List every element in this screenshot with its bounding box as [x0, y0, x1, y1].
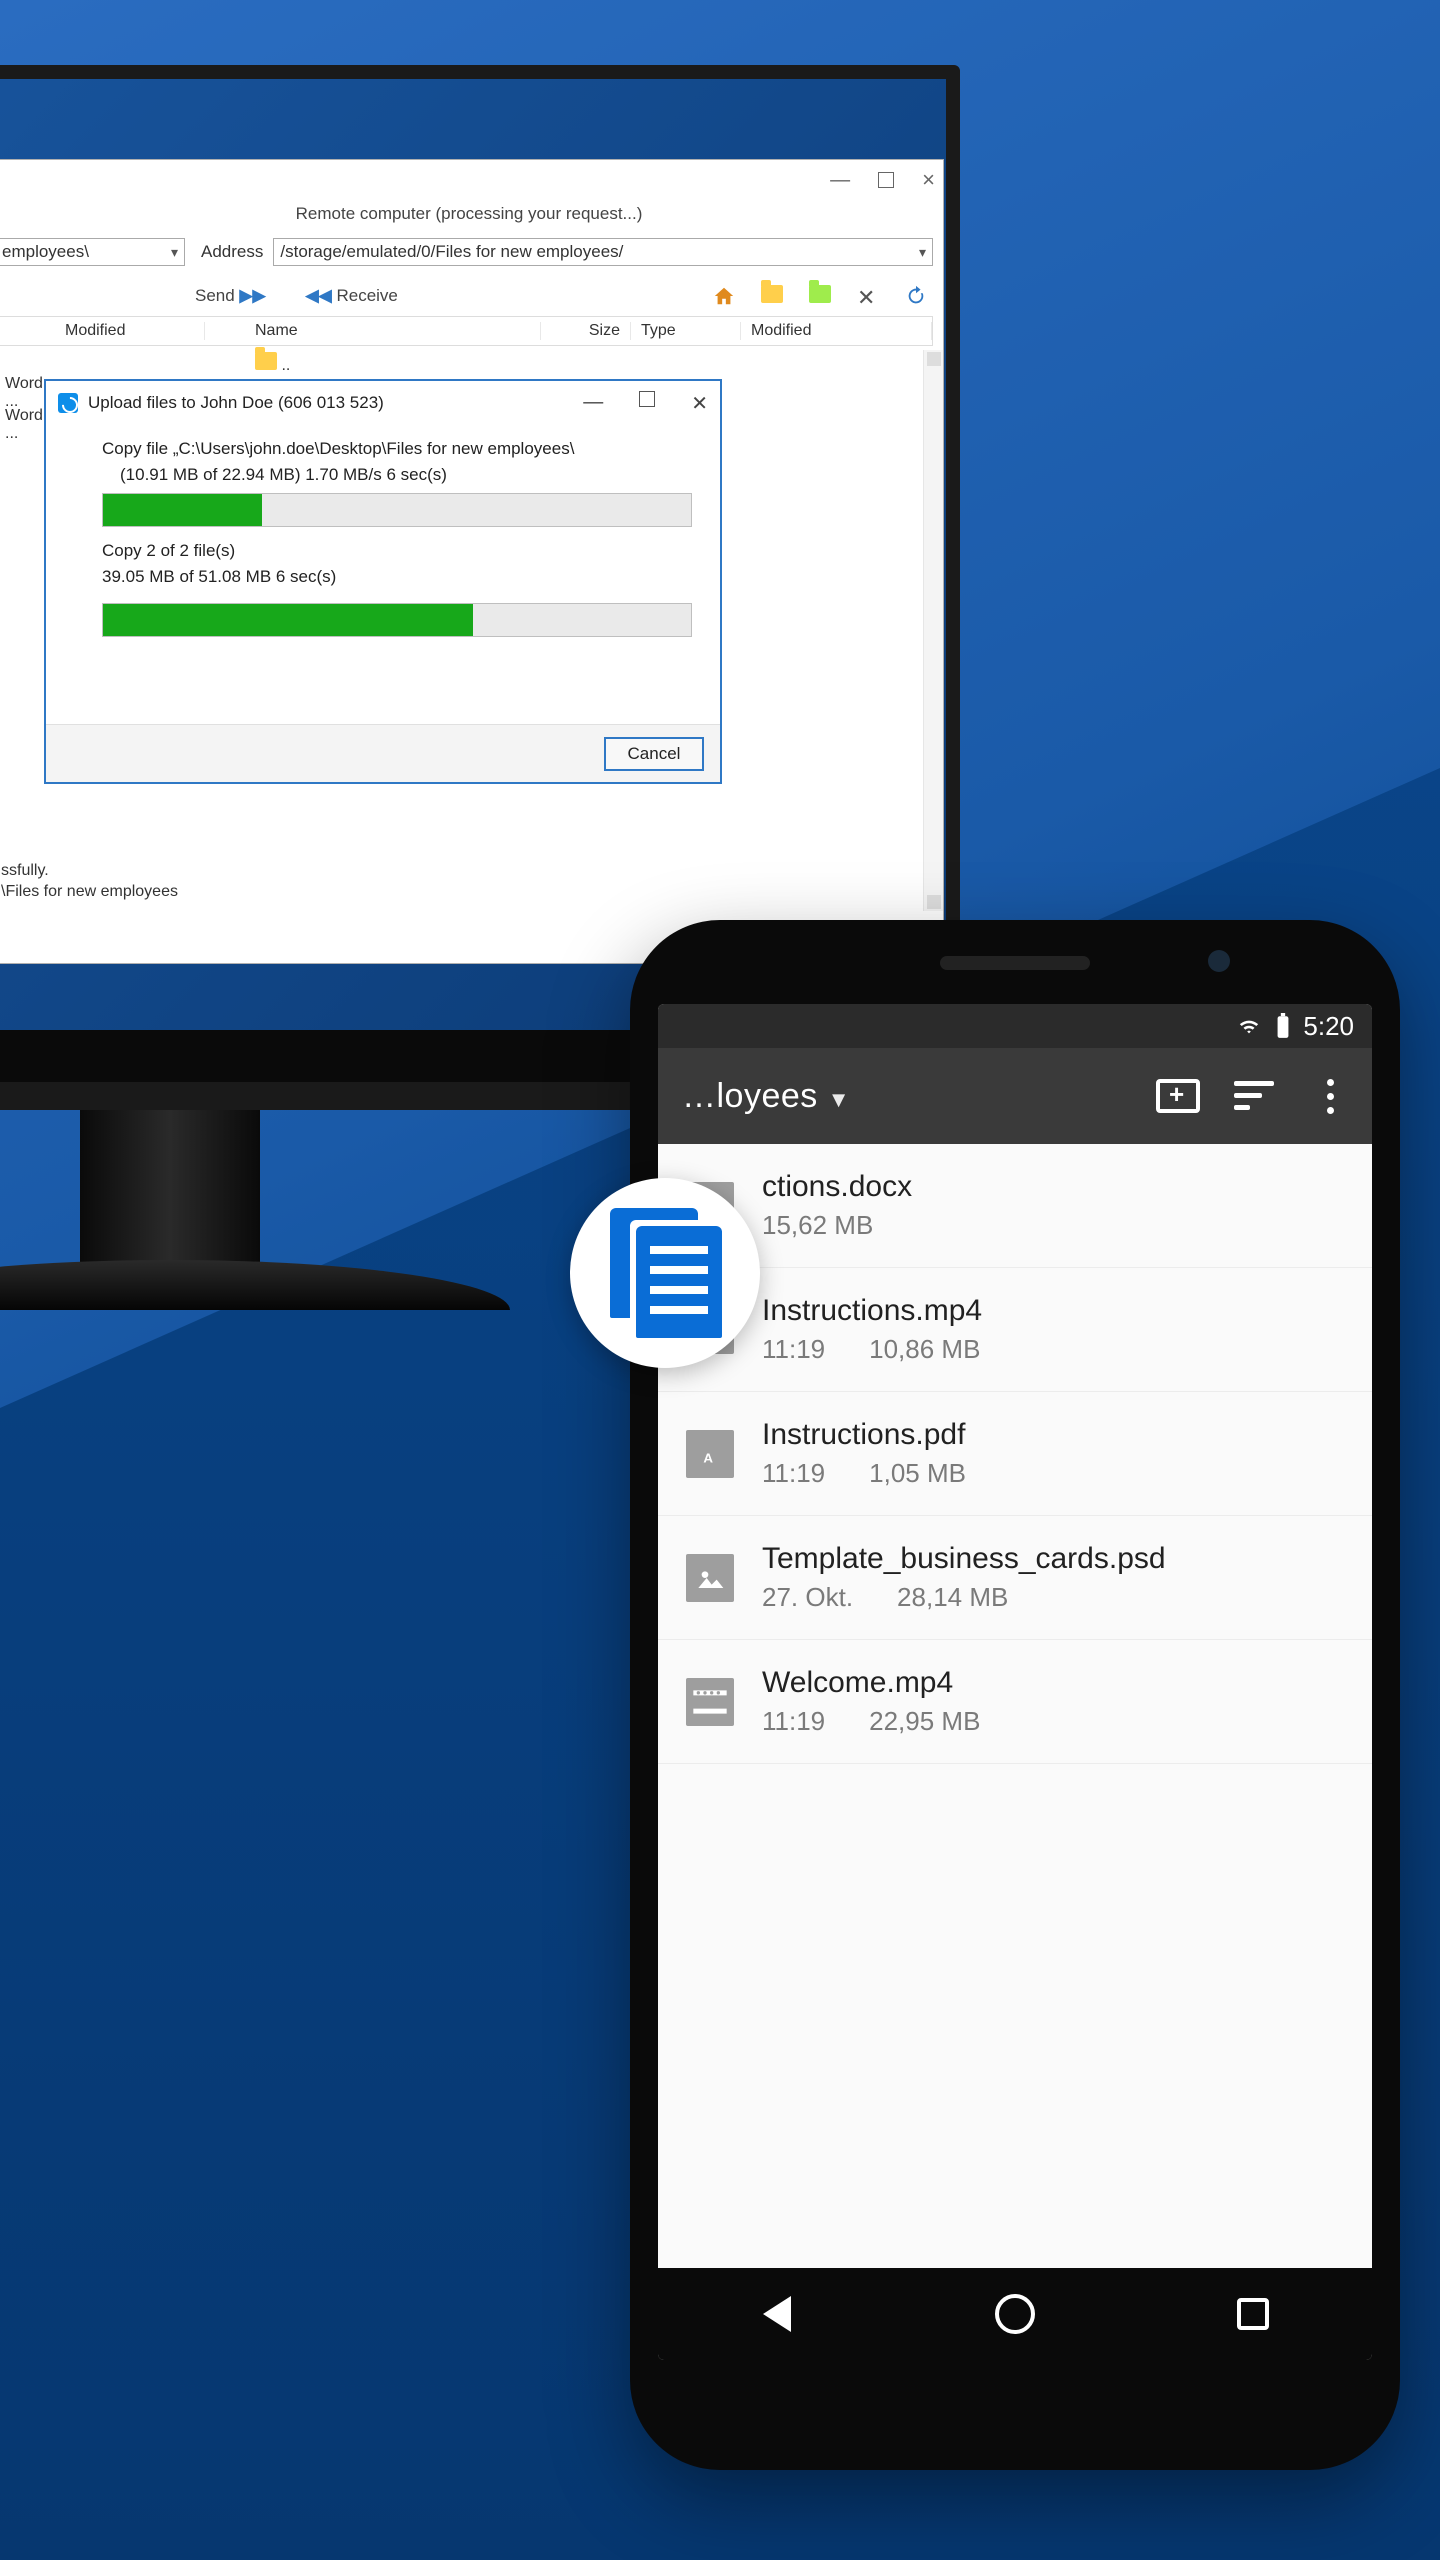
- file-row[interactable]: ctions.docx 15,62 MB: [658, 1144, 1372, 1268]
- remote-columns-header: Modified Name Size Type Modified: [0, 316, 933, 346]
- address-label: Address: [201, 242, 263, 262]
- file-time: 11:19: [762, 1458, 825, 1489]
- remote-parent-row[interactable]: ..: [0, 348, 933, 378]
- remote-status-label: Remote computer (processing your request…: [296, 204, 643, 224]
- app-bar: …loyees ▼: [658, 1048, 1372, 1144]
- batch-progress-bar: [102, 603, 692, 637]
- android-status-bar: 5:20: [658, 1004, 1372, 1048]
- close-icon[interactable]: ×: [922, 167, 935, 193]
- upload-dialog: Upload files to John Doe (606 013 523) —…: [44, 379, 722, 784]
- send-button[interactable]: Send ▶▶: [195, 286, 266, 306]
- scrollbar[interactable]: [923, 350, 943, 911]
- close-icon[interactable]: ✕: [691, 391, 708, 416]
- file-row[interactable]: Instructions.mp4 11:19 10,86 MB: [658, 1268, 1372, 1392]
- dialog-title: Upload files to John Doe (606 013 523): [88, 393, 384, 413]
- file-name: Instructions.mp4: [762, 1294, 982, 1328]
- folder-icon: [255, 352, 277, 370]
- wifi-icon: [1235, 1015, 1263, 1037]
- chevron-down-icon[interactable]: ▾: [171, 244, 178, 261]
- chevron-down-icon[interactable]: ▼: [828, 1087, 850, 1112]
- file-progress-text: (10.91 MB of 22.94 MB) 1.70 MB/s 6 sec(s…: [120, 465, 686, 485]
- copy-file-line: Copy file „C:\Users\john.doe\Desktop\Fil…: [102, 439, 686, 459]
- file-name: Welcome.mp4: [762, 1666, 980, 1700]
- batch-line-2: 39.05 MB of 51.08 MB 6 sec(s): [102, 567, 686, 587]
- batch-line-1: Copy 2 of 2 file(s): [102, 541, 686, 561]
- maximize-icon[interactable]: [878, 172, 894, 188]
- status-time: 5:20: [1303, 1011, 1354, 1042]
- receive-button[interactable]: ◀◀ Receive: [306, 286, 398, 306]
- file-size: 28,14 MB: [897, 1582, 1008, 1613]
- android-nav-bar: [658, 2268, 1372, 2360]
- new-folder-button[interactable]: [1150, 1068, 1206, 1124]
- file-time: 27. Okt.: [762, 1582, 853, 1613]
- file-list[interactable]: ctions.docx 15,62 MB Instructions.mp4 11:19…: [658, 1144, 1372, 2268]
- app-bar-title[interactable]: …loyees ▼: [682, 1077, 850, 1116]
- file-size: 15,62 MB: [762, 1210, 873, 1241]
- file-name: Instructions.pdf: [762, 1418, 966, 1452]
- new-folder-icon[interactable]: [809, 285, 831, 307]
- file-row[interactable]: Welcome.mp4 11:19 22,95 MB: [658, 1640, 1372, 1764]
- video-icon: [686, 1678, 734, 1726]
- file-time: 11:19: [762, 1706, 825, 1737]
- minimize-icon[interactable]: —: [830, 169, 850, 192]
- home-button[interactable]: [985, 2284, 1045, 2344]
- send-icon: ▶▶: [239, 286, 265, 305]
- file-name: ctions.docx: [762, 1170, 912, 1204]
- file-size: 10,86 MB: [869, 1334, 980, 1365]
- receive-icon: ◀◀: [306, 286, 337, 305]
- chevron-down-icon[interactable]: ▾: [919, 244, 926, 261]
- maximize-icon[interactable]: [639, 391, 655, 407]
- file-row[interactable]: A Instructions.pdf 11:19 1,05 MB: [658, 1392, 1372, 1516]
- recents-button[interactable]: [1223, 2284, 1283, 2344]
- up-folder-icon[interactable]: [761, 285, 783, 307]
- image-icon: [686, 1554, 734, 1602]
- file-transfer-badge-icon: [570, 1178, 760, 1368]
- back-button[interactable]: [747, 2284, 807, 2344]
- pdf-icon: A: [686, 1430, 734, 1478]
- file-row[interactable]: Template_business_cards.psd 27. Okt. 28,14…: [658, 1516, 1372, 1640]
- sort-button[interactable]: [1226, 1068, 1282, 1124]
- remote-address-input[interactable]: /storage/emulated/0/Files for new employ…: [273, 238, 933, 266]
- file-progress-fill: [103, 494, 262, 526]
- battery-icon: [1275, 1013, 1291, 1039]
- batch-progress-fill: [103, 604, 473, 636]
- teamviewer-icon: [58, 393, 78, 413]
- transfer-log: ssfully. \Files for new employees: [1, 861, 178, 903]
- local-col-modified: Modified: [65, 322, 125, 339]
- refresh-icon[interactable]: [905, 285, 927, 307]
- file-size: 22,95 MB: [869, 1706, 980, 1737]
- overflow-menu-button[interactable]: [1302, 1068, 1358, 1124]
- android-phone: 5:20 …loyees ▼ ctions.docx 15,62 MB Instru…: [630, 920, 1400, 2470]
- local-address-input[interactable]: employees\ ▾: [0, 238, 185, 266]
- home-icon[interactable]: [713, 285, 735, 307]
- file-time: 11:19: [762, 1334, 825, 1365]
- file-progress-bar: [102, 493, 692, 527]
- delete-icon[interactable]: ✕: [857, 285, 879, 307]
- cancel-button[interactable]: Cancel: [604, 737, 704, 771]
- minimize-icon[interactable]: —: [583, 391, 603, 416]
- svg-text:A: A: [703, 1450, 713, 1465]
- file-size: 1,05 MB: [869, 1458, 966, 1489]
- file-name: Template_business_cards.psd: [762, 1542, 1166, 1576]
